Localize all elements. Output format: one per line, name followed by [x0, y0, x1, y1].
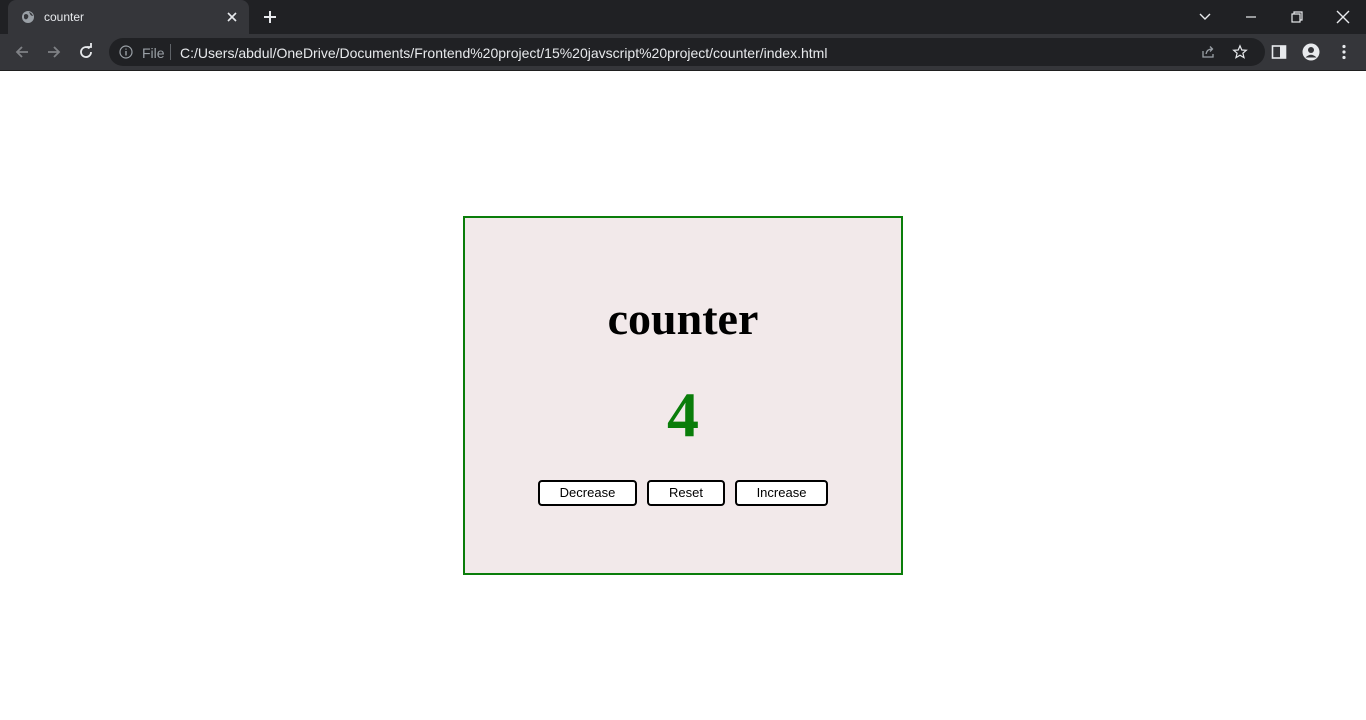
- page-viewport: counter 4 Decrease Reset Increase: [0, 71, 1366, 720]
- profile-icon[interactable]: [1302, 43, 1320, 61]
- counter-value: 4: [667, 379, 699, 450]
- increase-button[interactable]: Increase: [735, 480, 828, 506]
- url-text[interactable]: C:/Users/abdul/OneDrive/Documents/Fronte…: [180, 45, 827, 61]
- counter-card: counter 4 Decrease Reset Increase: [463, 216, 903, 575]
- browser-toolbar: File C:/Users/abdul/OneDrive/Documents/F…: [0, 34, 1366, 71]
- page-title: counter: [607, 293, 759, 344]
- forward-icon[interactable]: [44, 42, 64, 62]
- minimize-icon[interactable]: [1241, 7, 1261, 27]
- chevron-down-icon[interactable]: [1195, 7, 1215, 27]
- tab-title: counter: [44, 10, 85, 24]
- star-icon[interactable]: [1232, 44, 1248, 60]
- side-panel-icon[interactable]: [1270, 43, 1288, 61]
- close-icon[interactable]: [224, 9, 240, 25]
- info-icon[interactable]: [119, 45, 133, 59]
- menu-icon[interactable]: [1335, 43, 1353, 61]
- globe-icon: [22, 11, 34, 23]
- browser-tab[interactable]: counter: [8, 0, 249, 34]
- tab-strip: counter: [0, 0, 1366, 34]
- close-window-icon[interactable]: [1333, 7, 1353, 27]
- reload-icon[interactable]: [76, 42, 96, 62]
- address-bar[interactable]: File C:/Users/abdul/OneDrive/Documents/F…: [109, 38, 1265, 66]
- address-separator: [170, 44, 171, 60]
- plus-icon[interactable]: [260, 7, 280, 27]
- reset-button[interactable]: Reset: [647, 480, 725, 506]
- back-icon[interactable]: [12, 42, 32, 62]
- share-icon[interactable]: [1200, 44, 1216, 60]
- address-scheme: File: [142, 45, 165, 61]
- decrease-button[interactable]: Decrease: [538, 480, 637, 506]
- restore-icon[interactable]: [1287, 7, 1307, 27]
